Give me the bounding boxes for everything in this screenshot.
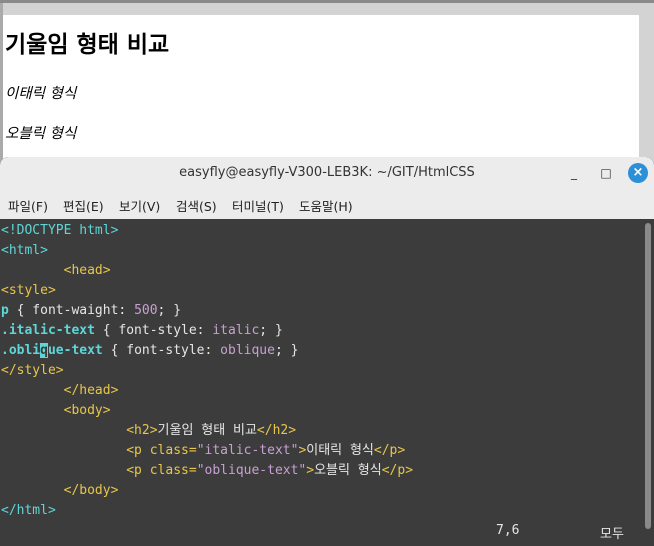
minimize-icon: _ bbox=[571, 166, 577, 180]
code-token: > bbox=[306, 463, 315, 478]
code-line: <p class="italic-text">이태릭 형식</p> bbox=[1, 441, 405, 461]
code-token: </p> bbox=[381, 463, 414, 478]
code-token: 500 bbox=[134, 303, 158, 318]
code-token: ; } bbox=[259, 323, 283, 338]
window-title: easyfly@easyfly-V300-LEB3K: ~/GIT/HtmlCS… bbox=[179, 165, 475, 180]
code-line: </style> bbox=[1, 361, 64, 381]
code-line: <head> bbox=[1, 261, 111, 281]
code-token: oblique bbox=[220, 343, 275, 358]
menu-search[interactable]: 검색(S) bbox=[176, 196, 217, 215]
code-line: </html> bbox=[1, 501, 56, 521]
code-token: 기울임 형태 비교 bbox=[157, 423, 257, 438]
scrollbar[interactable] bbox=[642, 219, 654, 546]
code-token: 오블릭 형식 bbox=[314, 463, 382, 478]
code-token: <body> bbox=[63, 403, 111, 418]
code-token: </body> bbox=[63, 483, 119, 498]
code-line: <body> bbox=[1, 401, 111, 421]
code-token: </p> bbox=[373, 443, 406, 458]
menu-bar: 파일(F) 편집(E) 보기(V) 검색(S) 터미널(T) 도움말(H) bbox=[0, 188, 654, 220]
code-token: ; } bbox=[274, 343, 299, 358]
close-button[interactable]: × bbox=[628, 163, 648, 183]
code-line: <style> bbox=[1, 281, 56, 301]
menu-file[interactable]: 파일(F) bbox=[8, 196, 48, 215]
code-token: ; } bbox=[157, 303, 182, 318]
code-token: p bbox=[1, 303, 9, 318]
code-line: <h2>기울임 형태 비교</h2> bbox=[1, 421, 296, 441]
code-token: <head> bbox=[63, 263, 111, 278]
code-line: <html> bbox=[1, 241, 48, 261]
code-token: ue-text bbox=[47, 343, 103, 358]
code-line: .italic-text { font-style: italic; } bbox=[1, 321, 283, 341]
code-line: p { font-waight: 500; } bbox=[1, 301, 181, 321]
code-token: { font-style: bbox=[94, 323, 213, 338]
code-line: </head> bbox=[1, 381, 119, 401]
code-line: .oblique-text { font-style: oblique; } bbox=[1, 341, 298, 361]
code-token: <p class= bbox=[126, 443, 197, 458]
code-token: </html> bbox=[1, 503, 56, 518]
maximize-button[interactable]: □ bbox=[596, 163, 616, 183]
code-line: <!DOCTYPE html> bbox=[1, 221, 118, 241]
scrollbar-thumb[interactable] bbox=[645, 223, 651, 529]
page-content: 기울임 형태 비교 이태릭 형식 오블릭 형식 bbox=[3, 15, 639, 170]
oblique-paragraph: 오블릭 형식 bbox=[5, 126, 77, 142]
code-line: <p class="oblique-text">오블릭 형식</p> bbox=[1, 461, 413, 481]
code-token: { font-waight: bbox=[8, 303, 135, 318]
italic-paragraph: 이태릭 형식 bbox=[5, 86, 77, 102]
code-token: "oblique-text" bbox=[196, 463, 307, 478]
browser-page: 기울임 형태 비교 이태릭 형식 오블릭 형식 bbox=[0, 0, 654, 170]
code-token: <html> bbox=[1, 243, 48, 258]
code-token: </style> bbox=[1, 363, 64, 378]
code-editor[interactable]: <!DOCTYPE html> <html> <head> <style> p … bbox=[0, 219, 642, 546]
code-line: </body> bbox=[1, 481, 119, 501]
close-icon: × bbox=[632, 165, 644, 180]
code-token: 이태릭 형식 bbox=[306, 443, 374, 458]
code-token: <!DOCTYPE html> bbox=[1, 223, 119, 238]
code-token: <h2> bbox=[126, 423, 158, 438]
menu-help[interactable]: 도움말(H) bbox=[299, 196, 353, 215]
scroll-indicator: 모두 bbox=[600, 527, 624, 542]
title-bar[interactable]: easyfly@easyfly-V300-LEB3K: ~/GIT/HtmlCS… bbox=[0, 157, 654, 188]
minimize-button[interactable]: _ bbox=[564, 163, 584, 183]
code-token: <p class= bbox=[126, 463, 197, 478]
code-token: italic bbox=[212, 323, 260, 338]
code-token: "italic-text" bbox=[196, 443, 299, 458]
code-token: </h2> bbox=[256, 423, 297, 438]
page-heading: 기울임 형태 비교 bbox=[5, 32, 170, 58]
maximize-icon: □ bbox=[600, 166, 612, 180]
code-token: </head> bbox=[63, 383, 119, 398]
menu-edit[interactable]: 편집(E) bbox=[63, 196, 104, 215]
code-token: .italic-text bbox=[1, 323, 95, 338]
code-token: <style> bbox=[1, 283, 56, 298]
text-cursor: q bbox=[40, 343, 48, 358]
code-token: .obli bbox=[1, 343, 41, 358]
code-token: { font-style: bbox=[102, 343, 221, 358]
cursor-position: 7,6 bbox=[496, 523, 520, 538]
window-edge bbox=[0, 0, 654, 3]
menu-terminal[interactable]: 터미널(T) bbox=[232, 196, 284, 215]
menu-view[interactable]: 보기(V) bbox=[119, 196, 160, 215]
